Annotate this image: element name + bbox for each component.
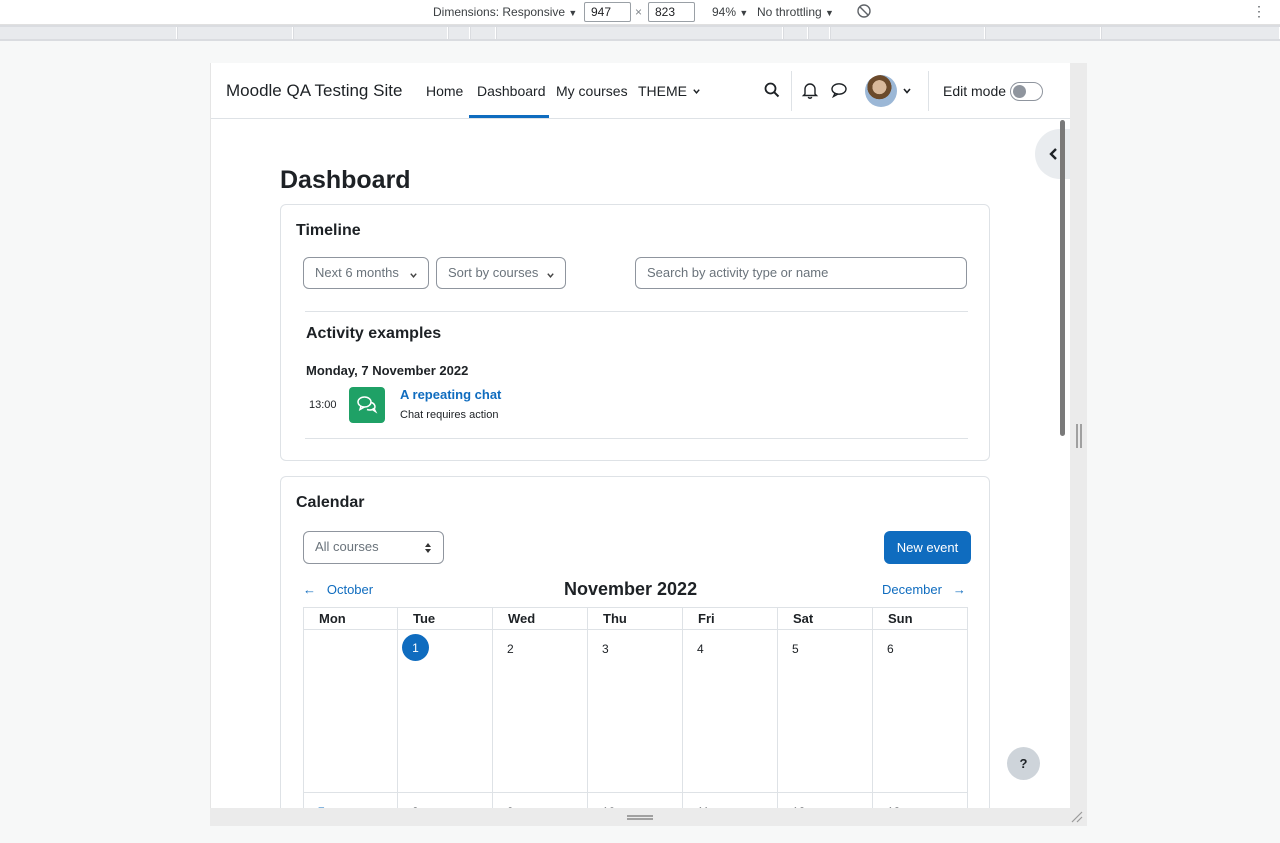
event-link[interactable]: A repeating chat: [400, 387, 501, 402]
divider: [305, 438, 968, 439]
more-options-icon[interactable]: ⋮: [1252, 3, 1266, 20]
resize-handle-bottom[interactable]: [627, 815, 653, 820]
calendar-day[interactable]: 6: [873, 630, 968, 793]
next-month-link[interactable]: December →: [882, 582, 966, 597]
chat-activity-icon: [349, 387, 385, 423]
site-name[interactable]: Moodle QA Testing Site: [226, 81, 402, 101]
event-time: 13:00: [309, 399, 337, 411]
edit-mode-toggle[interactable]: [1010, 82, 1043, 101]
navbar-divider: [928, 71, 929, 111]
new-event-button[interactable]: New event: [884, 531, 971, 564]
toggle-knob: [1013, 85, 1026, 98]
calendar-day[interactable]: 3: [588, 630, 683, 793]
calendar-day[interactable]: 8: [398, 793, 493, 808]
zoom-dropdown[interactable]: 94% ▼: [712, 5, 748, 19]
calendar-day[interactable]: 4: [683, 630, 778, 793]
top-navbar: Moodle QA Testing Site Home Dashboard My…: [211, 63, 1070, 119]
dimensions-dropdown[interactable]: Dimensions: Responsive ▼: [433, 5, 577, 19]
weekday-header: Mon: [303, 608, 398, 630]
user-menu-chevron-icon[interactable]: [902, 83, 922, 103]
arrow-right-icon: →: [952, 582, 966, 597]
timeline-search-input[interactable]: Search by activity type or name: [635, 257, 967, 289]
timeline-title: Timeline: [296, 222, 361, 239]
nav-theme[interactable]: THEME: [638, 83, 701, 99]
nav-my-courses[interactable]: My courses: [556, 83, 628, 99]
chevron-down-icon: [547, 273, 554, 278]
throttling-dropdown[interactable]: No throttling ▼: [757, 5, 834, 19]
width-input[interactable]: 947: [584, 2, 631, 22]
avatar[interactable]: [865, 75, 897, 107]
resize-handle-right[interactable]: [1076, 424, 1082, 448]
month-title: November 2022: [564, 579, 698, 599]
weekday-header: Wed: [493, 608, 588, 630]
calendar-day[interactable]: 7: [303, 793, 398, 808]
viewport-bottom-gutter: [210, 808, 1087, 826]
weekday-header: Sat: [778, 608, 873, 630]
chevron-down-icon: [693, 89, 700, 94]
messages-icon[interactable]: [830, 81, 850, 101]
page-viewport: Moodle QA Testing Site Home Dashboard My…: [210, 63, 1070, 808]
event-status: Chat requires action: [400, 409, 499, 421]
nav-home[interactable]: Home: [426, 83, 463, 99]
date-heading: Monday, 7 November 2022: [306, 363, 469, 378]
course-heading: Activity examples: [306, 325, 442, 342]
edit-mode-label: Edit mode: [943, 83, 1007, 99]
weekday-header: Tue: [398, 608, 493, 630]
arrow-left-icon: ←: [303, 582, 316, 597]
navbar-divider: [791, 71, 792, 111]
chevron-down-icon: [410, 273, 417, 278]
resize-handle-corner[interactable]: [1070, 810, 1084, 827]
search-icon[interactable]: [763, 81, 783, 101]
timeline-block: Timeline Next 6 months Sort by courses S…: [280, 204, 990, 461]
select-arrows-icon: [425, 543, 431, 553]
calendar-day[interactable]: 2: [493, 630, 588, 793]
calendar-day[interactable]: 9: [493, 793, 588, 808]
media-query-ruler: [0, 25, 1280, 41]
calendar-day[interactable]: 11: [683, 793, 778, 808]
devtools-toolbar: Dimensions: Responsive ▼ 947 × 823 94% ▼…: [0, 0, 1280, 25]
rotate-icon[interactable]: [856, 3, 872, 22]
calendar-day-empty: [303, 630, 398, 793]
calendar-block: Calendar All courses New event ← October…: [280, 476, 990, 808]
active-tab-indicator: [469, 115, 549, 118]
calendar-day[interactable]: 12: [778, 793, 873, 808]
weekday-header: Sun: [873, 608, 968, 630]
nav-dashboard[interactable]: Dashboard: [477, 83, 546, 99]
calendar-day[interactable]: 13: [873, 793, 968, 808]
chevron-left-icon: [1049, 148, 1057, 160]
sort-dropdown[interactable]: Sort by courses: [436, 257, 566, 289]
calendar-day[interactable]: 1: [398, 630, 493, 793]
weekday-header: Thu: [588, 608, 683, 630]
today-marker[interactable]: 1: [402, 634, 429, 661]
course-filter-select[interactable]: All courses: [303, 531, 444, 564]
weekday-header: Fri: [683, 608, 778, 630]
date-filter-dropdown[interactable]: Next 6 months: [303, 257, 429, 289]
height-input[interactable]: 823: [648, 2, 695, 22]
times-glyph: ×: [635, 5, 643, 19]
help-button[interactable]: ?: [1007, 747, 1040, 780]
page-title: Dashboard: [280, 166, 411, 194]
calendar-day[interactable]: 5: [778, 630, 873, 793]
divider: [305, 311, 968, 312]
calendar-day[interactable]: 10: [588, 793, 683, 808]
calendar-title: Calendar: [296, 494, 365, 511]
page-scrollbar[interactable]: [1060, 120, 1065, 436]
prev-month-link[interactable]: ← October: [303, 582, 373, 597]
bell-icon[interactable]: [801, 81, 821, 101]
calendar-grid: Mon Tue Wed Thu Fri Sat Sun 1 2 3 4 5 6 …: [303, 607, 968, 808]
